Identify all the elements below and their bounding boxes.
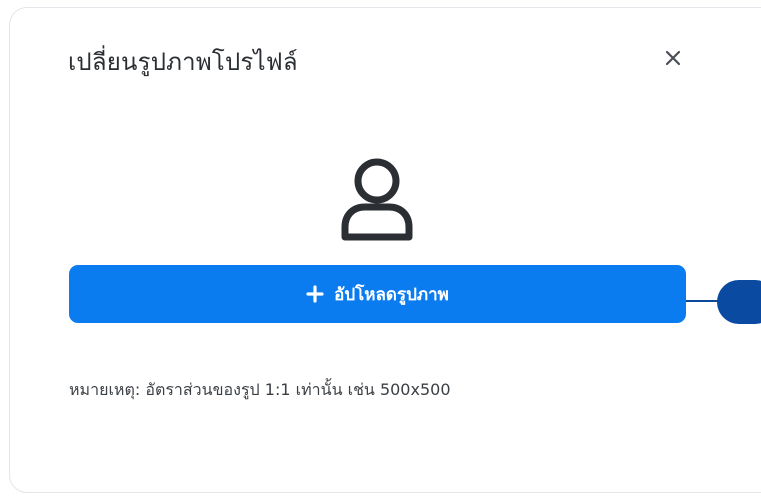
dialog-title: เปลี่ยนรูปภาพโปรไฟล์ bbox=[68, 48, 298, 76]
upload-button-label: อัปโหลดรูปภาพ bbox=[334, 284, 449, 305]
close-icon bbox=[665, 50, 681, 66]
avatar-placeholder bbox=[337, 157, 417, 243]
upload-image-button[interactable]: อัปโหลดรูปภาพ bbox=[69, 265, 686, 323]
callout-marker bbox=[717, 280, 761, 324]
close-button[interactable] bbox=[661, 46, 685, 70]
aspect-ratio-note: หมายเหตุ: อัตราส่วนของรูป 1:1 เท่านั้น เ… bbox=[69, 380, 451, 399]
plus-icon bbox=[306, 285, 324, 303]
user-icon bbox=[341, 158, 413, 241]
